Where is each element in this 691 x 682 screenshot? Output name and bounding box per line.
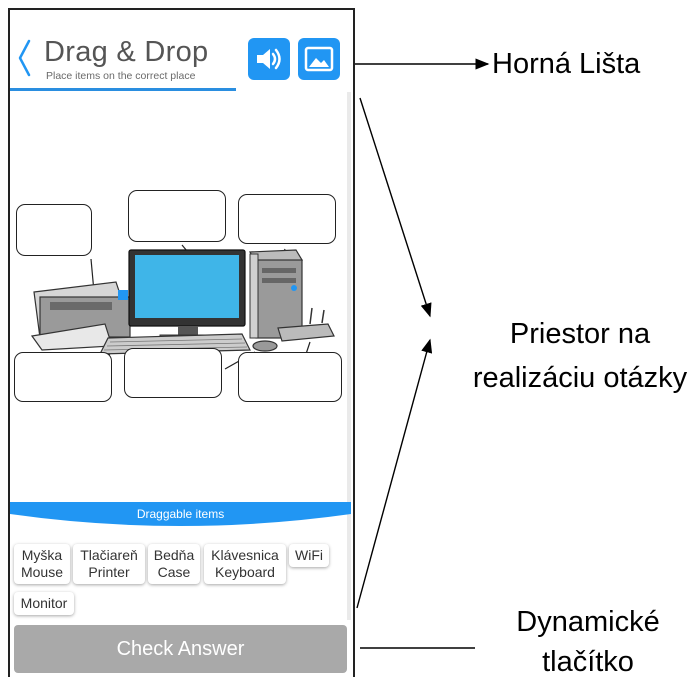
check-answer-button[interactable]: Check Answer bbox=[14, 625, 347, 673]
draggable-item-wifi[interactable]: WiFi bbox=[289, 544, 329, 567]
sound-icon bbox=[257, 48, 281, 70]
phone-screen: Drag & Drop Place items on the correct p… bbox=[8, 8, 355, 677]
sound-button[interactable] bbox=[248, 38, 290, 80]
monitor-illustration bbox=[128, 249, 246, 342]
computer-setup-illustration bbox=[30, 244, 335, 370]
drop-target-mouse[interactable] bbox=[124, 348, 222, 398]
draggable-item-keyboard[interactable]: Klávesnica Keyboard bbox=[204, 544, 286, 584]
panel-title: Draggable items bbox=[136, 507, 225, 521]
drop-target-monitor[interactable] bbox=[128, 190, 226, 242]
annotation-top-bar: Horná Lišta bbox=[492, 48, 641, 80]
question-area bbox=[10, 92, 351, 504]
draggable-item-printer[interactable]: Tlačiareň Printer bbox=[73, 544, 145, 584]
annotation-question-area: Priestor na realizáciu otázky bbox=[472, 318, 688, 394]
image-button[interactable] bbox=[298, 38, 340, 80]
page-title: Drag & Drop bbox=[44, 36, 209, 68]
draggable-item-mouse[interactable]: Myška Mouse bbox=[14, 544, 70, 584]
case-illustration bbox=[248, 249, 304, 339]
top-bar: Drag & Drop Place items on the correct p… bbox=[10, 10, 353, 91]
page-subtitle: Place items on the correct place bbox=[46, 70, 196, 82]
back-chevron-icon[interactable] bbox=[16, 38, 32, 78]
draggable-item-case[interactable]: Bedňa Case bbox=[148, 544, 200, 584]
drop-target-case[interactable] bbox=[238, 194, 336, 244]
drop-target-keyboard[interactable] bbox=[14, 352, 112, 402]
drop-target-wifi[interactable] bbox=[238, 352, 342, 402]
draggable-item-monitor[interactable]: Monitor bbox=[14, 592, 74, 615]
draggable-items-panel: Draggable items Myška Mouse Tlačiareň Pr… bbox=[10, 498, 351, 620]
drop-target-printer[interactable] bbox=[16, 204, 92, 256]
mouse-illustration bbox=[252, 340, 278, 352]
image-icon bbox=[304, 46, 334, 72]
annotation-dynamic-button: Dynamické tlačítko bbox=[516, 606, 660, 678]
title-underline bbox=[10, 88, 236, 91]
